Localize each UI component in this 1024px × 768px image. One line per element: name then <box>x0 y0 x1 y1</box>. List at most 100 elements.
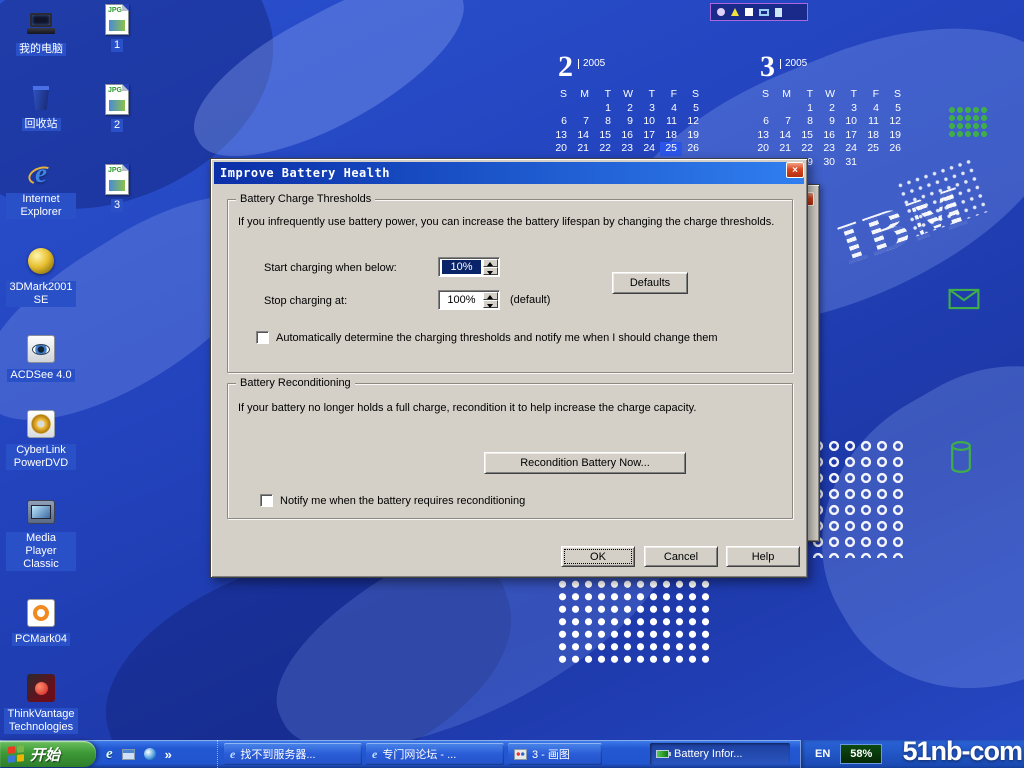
desktop-icon-powerdvd[interactable]: CyberLink PowerDVD <box>6 407 76 470</box>
calendar-header: 2 2005 <box>550 52 710 88</box>
jpg-file-icon: JPG <box>100 162 134 196</box>
help-button[interactable]: Help <box>726 546 800 567</box>
recondition-battery-button[interactable]: Recondition Battery Now... <box>484 452 686 474</box>
document-icon[interactable] <box>775 8 782 17</box>
spin-down-button[interactable] <box>483 267 498 275</box>
desktop-icon-thinkvantage[interactable]: ThinkVantage Technologies <box>6 671 76 734</box>
calendar-cell: 20 <box>550 142 572 156</box>
jpg-file-icon: JPG <box>100 2 134 36</box>
ring-dots-decoration <box>810 438 908 558</box>
spin-down-button[interactable] <box>483 300 498 308</box>
icon-label: 3 <box>111 199 123 212</box>
calendar-cell: S <box>550 88 572 102</box>
calendar-cell: 19 <box>682 129 704 143</box>
calendar-cell: 6 <box>752 115 774 129</box>
calendar-cell: 8 <box>796 115 818 129</box>
calendar-cell: 13 <box>550 129 572 143</box>
start-label: 开始 <box>30 744 60 765</box>
battery-percent-indicator[interactable]: 58% <box>840 744 882 764</box>
monitor-icon[interactable] <box>759 9 769 16</box>
icon-label: PCMark04 <box>12 633 70 646</box>
desktop-icon-column-2: JPG 1 JPG 2 JPG 3 <box>88 2 146 212</box>
desktop-icon-media-player-classic[interactable]: Media Player Classic <box>6 495 76 571</box>
calendar-cell: 4 <box>862 102 884 116</box>
paint-icon <box>514 749 527 760</box>
notify-reconditioning-checkbox-row[interactable]: Notify me when the battery requires reco… <box>260 494 525 507</box>
ie-icon <box>372 747 377 762</box>
taskbar-task-paint[interactable]: 3 - 画图 <box>508 743 602 765</box>
taskbar-task-ie-forum[interactable]: 专门网论坛 - ... <box>366 743 504 765</box>
pen-icon[interactable] <box>745 8 753 16</box>
calendar-cell: 25 <box>862 142 884 156</box>
defaults-button[interactable]: Defaults <box>612 272 688 294</box>
calendar-cell <box>884 156 906 170</box>
desktop-icon-acdsee[interactable]: ACDSee 4.0 <box>6 332 76 382</box>
calendar-cell: 2 <box>616 102 638 116</box>
spin-up-button[interactable] <box>483 292 498 300</box>
notify-reconditioning-label: Notify me when the battery requires reco… <box>280 495 525 507</box>
start-threshold-value[interactable]: 10% <box>442 260 481 274</box>
floating-toolbar[interactable] <box>710 3 808 21</box>
calendar-cell: 15 <box>594 129 616 143</box>
notify-reconditioning-checkbox[interactable] <box>260 494 273 507</box>
dialog-titlebar[interactable]: Improve Battery Health <box>214 162 804 184</box>
stop-threshold-value[interactable]: 100% <box>442 293 481 307</box>
calendar-cell: 23 <box>818 142 840 156</box>
quick-launch-ie-icon[interactable] <box>106 745 113 763</box>
taskbar-task-ie-server[interactable]: 找不到服务器... <box>224 743 362 765</box>
powerdvd-icon <box>24 407 58 441</box>
calendar-cell: 21 <box>774 142 796 156</box>
hand-icon[interactable] <box>717 8 725 16</box>
acdsee-icon <box>24 332 58 366</box>
calendar-header: 3 2005 <box>752 52 912 88</box>
start-button[interactable]: 开始 <box>0 741 96 767</box>
calendar-cell: S <box>884 88 906 102</box>
stop-charging-label: Stop charging at: <box>264 295 347 307</box>
calendar-cell: 22 <box>796 142 818 156</box>
icon-label: 回收站 <box>22 118 61 131</box>
desktop-icon-pcmark04[interactable]: PCMark04 <box>6 596 76 646</box>
calendar-cell: 21 <box>572 142 594 156</box>
task-label: 找不到服务器... <box>240 746 315 762</box>
show-desktop-icon[interactable] <box>122 749 135 760</box>
desktop-icon-column-1: 我的电脑 回收站 e Internet Explorer 3DMark2001 … <box>6 6 76 734</box>
calendar-cell: T <box>840 88 862 102</box>
stop-threshold-spinner[interactable]: 100% <box>438 290 500 310</box>
internet-explorer-icon: e <box>24 156 58 190</box>
auto-determine-checkbox[interactable] <box>256 331 269 344</box>
chevron-icon[interactable]: » <box>165 747 172 762</box>
desktop-icon-3dmark2001[interactable]: 3DMark2001 SE <box>6 244 76 307</box>
language-indicator[interactable]: EN <box>815 748 830 760</box>
start-threshold-spinner[interactable]: 10% <box>438 257 500 277</box>
desktop-icon-my-computer[interactable]: 我的电脑 <box>6 6 76 56</box>
auto-determine-checkbox-row[interactable]: Automatically determine the charging thr… <box>256 331 717 344</box>
reconditioning-description: If your battery no longer holds a full c… <box>238 402 696 414</box>
calendar-cell: 3 <box>840 102 862 116</box>
calendar-cell: 14 <box>572 129 594 143</box>
speaker-icon[interactable] <box>731 8 739 16</box>
improve-battery-health-dialog: Improve Battery Health × Battery Charge … <box>210 158 808 578</box>
calendar-cell <box>572 102 594 116</box>
envelope-icon <box>948 288 980 310</box>
cancel-button[interactable]: Cancel <box>644 546 718 567</box>
calendar-year: 2005 <box>578 59 605 69</box>
calendar-cell: 23 <box>616 142 638 156</box>
icon-label: Media Player Classic <box>6 532 76 571</box>
icon-label: 2 <box>111 119 123 132</box>
spin-up-button[interactable] <box>483 259 498 267</box>
calendar-cell: 16 <box>818 129 840 143</box>
taskbar-task-battery-information[interactable]: Battery Infor... <box>650 743 790 765</box>
ok-button[interactable]: OK <box>561 546 635 567</box>
desktop-icon-jpg-1[interactable]: JPG 1 <box>88 2 146 52</box>
desktop-icon-jpg-2[interactable]: JPG 2 <box>88 82 146 132</box>
desktop-icon-recycle-bin[interactable]: 回收站 <box>6 81 76 131</box>
calendar-cell: 9 <box>616 115 638 129</box>
close-icon[interactable]: × <box>786 162 804 178</box>
my-computer-icon <box>24 6 58 40</box>
calendar-cell: 10 <box>638 115 660 129</box>
calendar-cell: F <box>660 88 682 102</box>
desktop-icon-internet-explorer[interactable]: e Internet Explorer <box>6 156 76 219</box>
media-player-icon[interactable] <box>144 748 156 760</box>
media-player-classic-icon <box>24 495 58 529</box>
desktop-icon-jpg-3[interactable]: JPG 3 <box>88 162 146 212</box>
